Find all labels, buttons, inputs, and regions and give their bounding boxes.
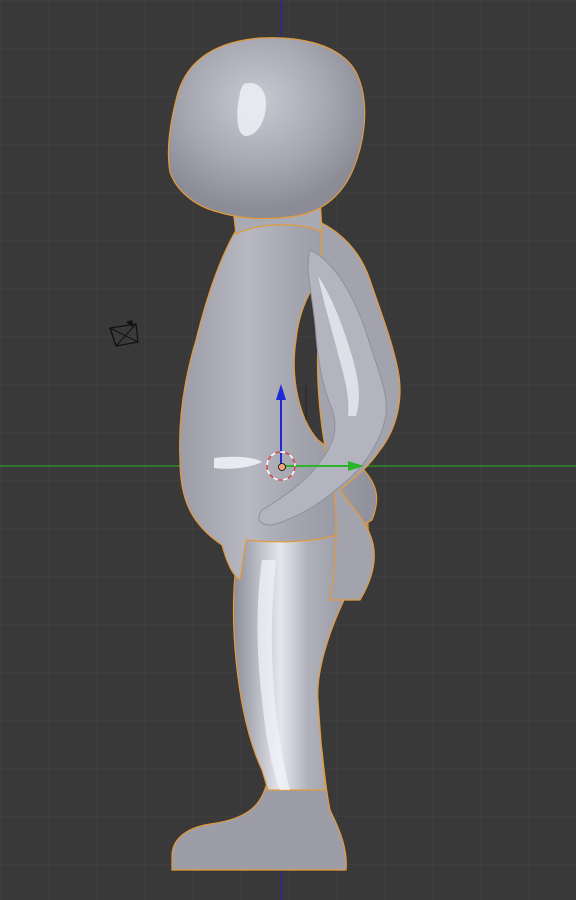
object-origin-icon bbox=[278, 463, 286, 471]
mesh-head bbox=[167, 37, 366, 220]
3d-viewport[interactable] bbox=[0, 0, 576, 900]
